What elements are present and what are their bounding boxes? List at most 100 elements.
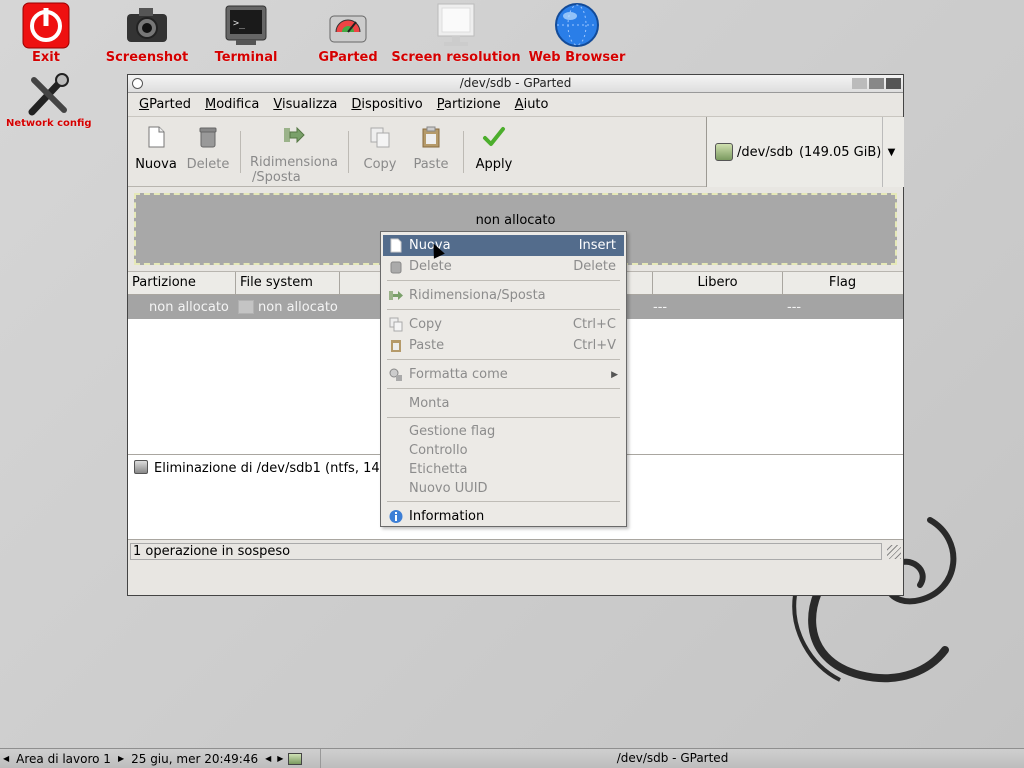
menu-item-information[interactable]: Information xyxy=(383,506,624,527)
taskbar-window-button[interactable]: /dev/sdb - GParted xyxy=(320,749,1024,768)
status-text: 1 operazione in sospeso xyxy=(130,543,882,560)
desktop-icon-web-browser[interactable]: Web Browser xyxy=(527,2,627,65)
workspace-label[interactable]: Area di lavoro 1 xyxy=(12,752,115,766)
power-icon xyxy=(22,2,70,49)
new-partition-button[interactable]: Nuova xyxy=(134,125,178,172)
paste-label: Paste xyxy=(413,157,449,172)
filesystem-color-swatch xyxy=(238,300,254,314)
info-icon xyxy=(389,510,403,523)
menu-item-paste[interactable]: Paste Ctrl+V xyxy=(383,335,624,356)
cell-partition: non allocato xyxy=(149,299,229,315)
paste-icon xyxy=(391,340,401,352)
resize-label-line2: /Sposta xyxy=(252,170,301,185)
copy-label: Copy xyxy=(363,157,397,172)
column-header-filesystem[interactable]: File system xyxy=(236,272,340,294)
resize-arrow-icon xyxy=(284,126,305,144)
status-bar: 1 operazione in sospeso xyxy=(128,539,903,561)
paste-button[interactable]: Paste xyxy=(408,125,454,172)
desktop-icon-gparted[interactable]: GParted xyxy=(312,2,384,65)
desktop-icon-label: Terminal xyxy=(214,50,278,65)
desktop-icon-label: Web Browser xyxy=(528,50,626,65)
taskbar: ◀ Area di lavoro 1 ▶ 25 giu, mer 20:49:4… xyxy=(0,748,1024,768)
taskbar-app-icon[interactable] xyxy=(288,752,303,765)
window-title: /dev/sdb - GParted xyxy=(459,76,572,90)
cell-filesystem-wrap: non allocato xyxy=(236,300,340,315)
cell-used: --- xyxy=(653,299,668,315)
maximize-button[interactable] xyxy=(869,78,884,89)
toolbar-separator xyxy=(240,131,241,173)
menu-item-copy[interactable]: Copy Ctrl+C xyxy=(383,314,624,335)
prev-task-icon[interactable]: ◀ xyxy=(262,754,274,763)
menu-visualizza[interactable]: Visualizza xyxy=(268,97,342,112)
desktop-icon-terminal[interactable]: >_ Terminal xyxy=(210,2,282,65)
paste-icon xyxy=(422,126,440,148)
trash-icon xyxy=(390,261,402,274)
copy-icon xyxy=(389,317,403,332)
close-button[interactable] xyxy=(886,78,901,89)
desktop-icon-screenshot[interactable]: Screenshot xyxy=(104,2,190,65)
menu-item-new-uuid[interactable]: Nuovo UUID xyxy=(383,479,624,498)
svg-text:>_: >_ xyxy=(233,18,246,29)
menu-item-nuova[interactable]: Nuova Insert xyxy=(383,235,624,256)
menu-dispositivo[interactable]: Dispositivo xyxy=(346,97,427,112)
menu-separator xyxy=(387,388,620,389)
tools-icon xyxy=(28,73,69,116)
new-partition-label: Nuova xyxy=(135,157,177,172)
desktop-icon-screen-resolution[interactable]: Screen resolution xyxy=(390,2,522,65)
menu-modifica[interactable]: Modifica xyxy=(200,97,264,112)
desktop-icon-network-config[interactable]: Network config xyxy=(6,72,92,129)
apply-label: Apply xyxy=(475,157,513,172)
toolbar-separator xyxy=(463,131,464,173)
resize-move-button[interactable]: Ridimensiona /Sposta xyxy=(248,123,340,185)
resize-grip-icon[interactable] xyxy=(887,545,901,559)
globe-icon xyxy=(555,3,599,47)
operation-text: Eliminazione di /dev/sdb1 (ntfs, 149 xyxy=(154,461,388,476)
menu-aiuto[interactable]: Aiuto xyxy=(510,97,554,112)
device-path: /dev/sdb xyxy=(737,144,793,160)
next-task-icon[interactable]: ▶ xyxy=(274,754,286,763)
menu-item-label[interactable]: Etichetta xyxy=(383,460,624,479)
menu-gparted[interactable]: GParted xyxy=(134,97,196,112)
menu-item-mount[interactable]: Monta xyxy=(383,393,624,414)
trash-icon xyxy=(134,460,148,474)
window-titlebar[interactable]: /dev/sdb - GParted xyxy=(128,75,903,93)
menu-partizione[interactable]: Partizione xyxy=(432,97,506,112)
toolbar: Nuova Delete Ridimensiona /Sposta Copy P… xyxy=(128,117,904,187)
cell-filesystem: non allocato xyxy=(258,299,338,315)
menu-item-delete[interactable]: Delete Delete xyxy=(383,256,624,277)
menu-item-manage-flags[interactable]: Gestione flag xyxy=(383,422,624,441)
column-header-free[interactable]: Libero xyxy=(653,272,783,294)
menu-item-resize-move[interactable]: Ridimensiona/Sposta xyxy=(383,285,624,306)
copy-button[interactable]: Copy xyxy=(358,125,402,172)
column-header-flag[interactable]: Flag xyxy=(783,272,902,294)
next-workspace-icon[interactable]: ▶ xyxy=(115,754,127,763)
desktop-icon-label: Screen resolution xyxy=(391,50,521,65)
menu-separator xyxy=(387,280,620,281)
menu-separator xyxy=(387,417,620,418)
terminal-icon: >_ xyxy=(225,5,267,45)
cell-free: --- xyxy=(787,299,802,315)
prev-workspace-icon[interactable]: ◀ xyxy=(0,754,12,763)
desktop-icon-label: Screenshot xyxy=(105,50,189,65)
menu-separator xyxy=(387,359,620,360)
camera-icon xyxy=(127,8,167,42)
delete-button[interactable]: Delete xyxy=(185,125,231,172)
resize-arrow-icon xyxy=(389,291,403,300)
copy-icon xyxy=(370,127,390,148)
column-header-partition[interactable]: Partizione xyxy=(128,272,236,294)
apply-button[interactable]: Apply xyxy=(472,125,516,172)
device-size: (149.05 GiB) xyxy=(798,144,882,160)
new-document-icon xyxy=(390,238,402,253)
desktop-icon-exit[interactable]: Exit xyxy=(18,2,74,65)
format-icon xyxy=(389,368,402,381)
menu-separator xyxy=(387,309,620,310)
minimize-button[interactable] xyxy=(852,78,867,89)
menu-item-format-as[interactable]: Formatta come ▶ xyxy=(383,364,624,385)
desktop-icon-label: Network config xyxy=(6,118,92,129)
disk-icon xyxy=(329,15,367,43)
device-selector[interactable]: /dev/sdb (149.05 GiB) ▼ xyxy=(706,117,904,187)
harddisk-icon xyxy=(715,143,733,161)
desktop-icon-label: Exit xyxy=(32,50,60,65)
chevron-down-icon[interactable]: ▼ xyxy=(882,117,900,187)
menu-item-check[interactable]: Controllo xyxy=(383,441,624,460)
